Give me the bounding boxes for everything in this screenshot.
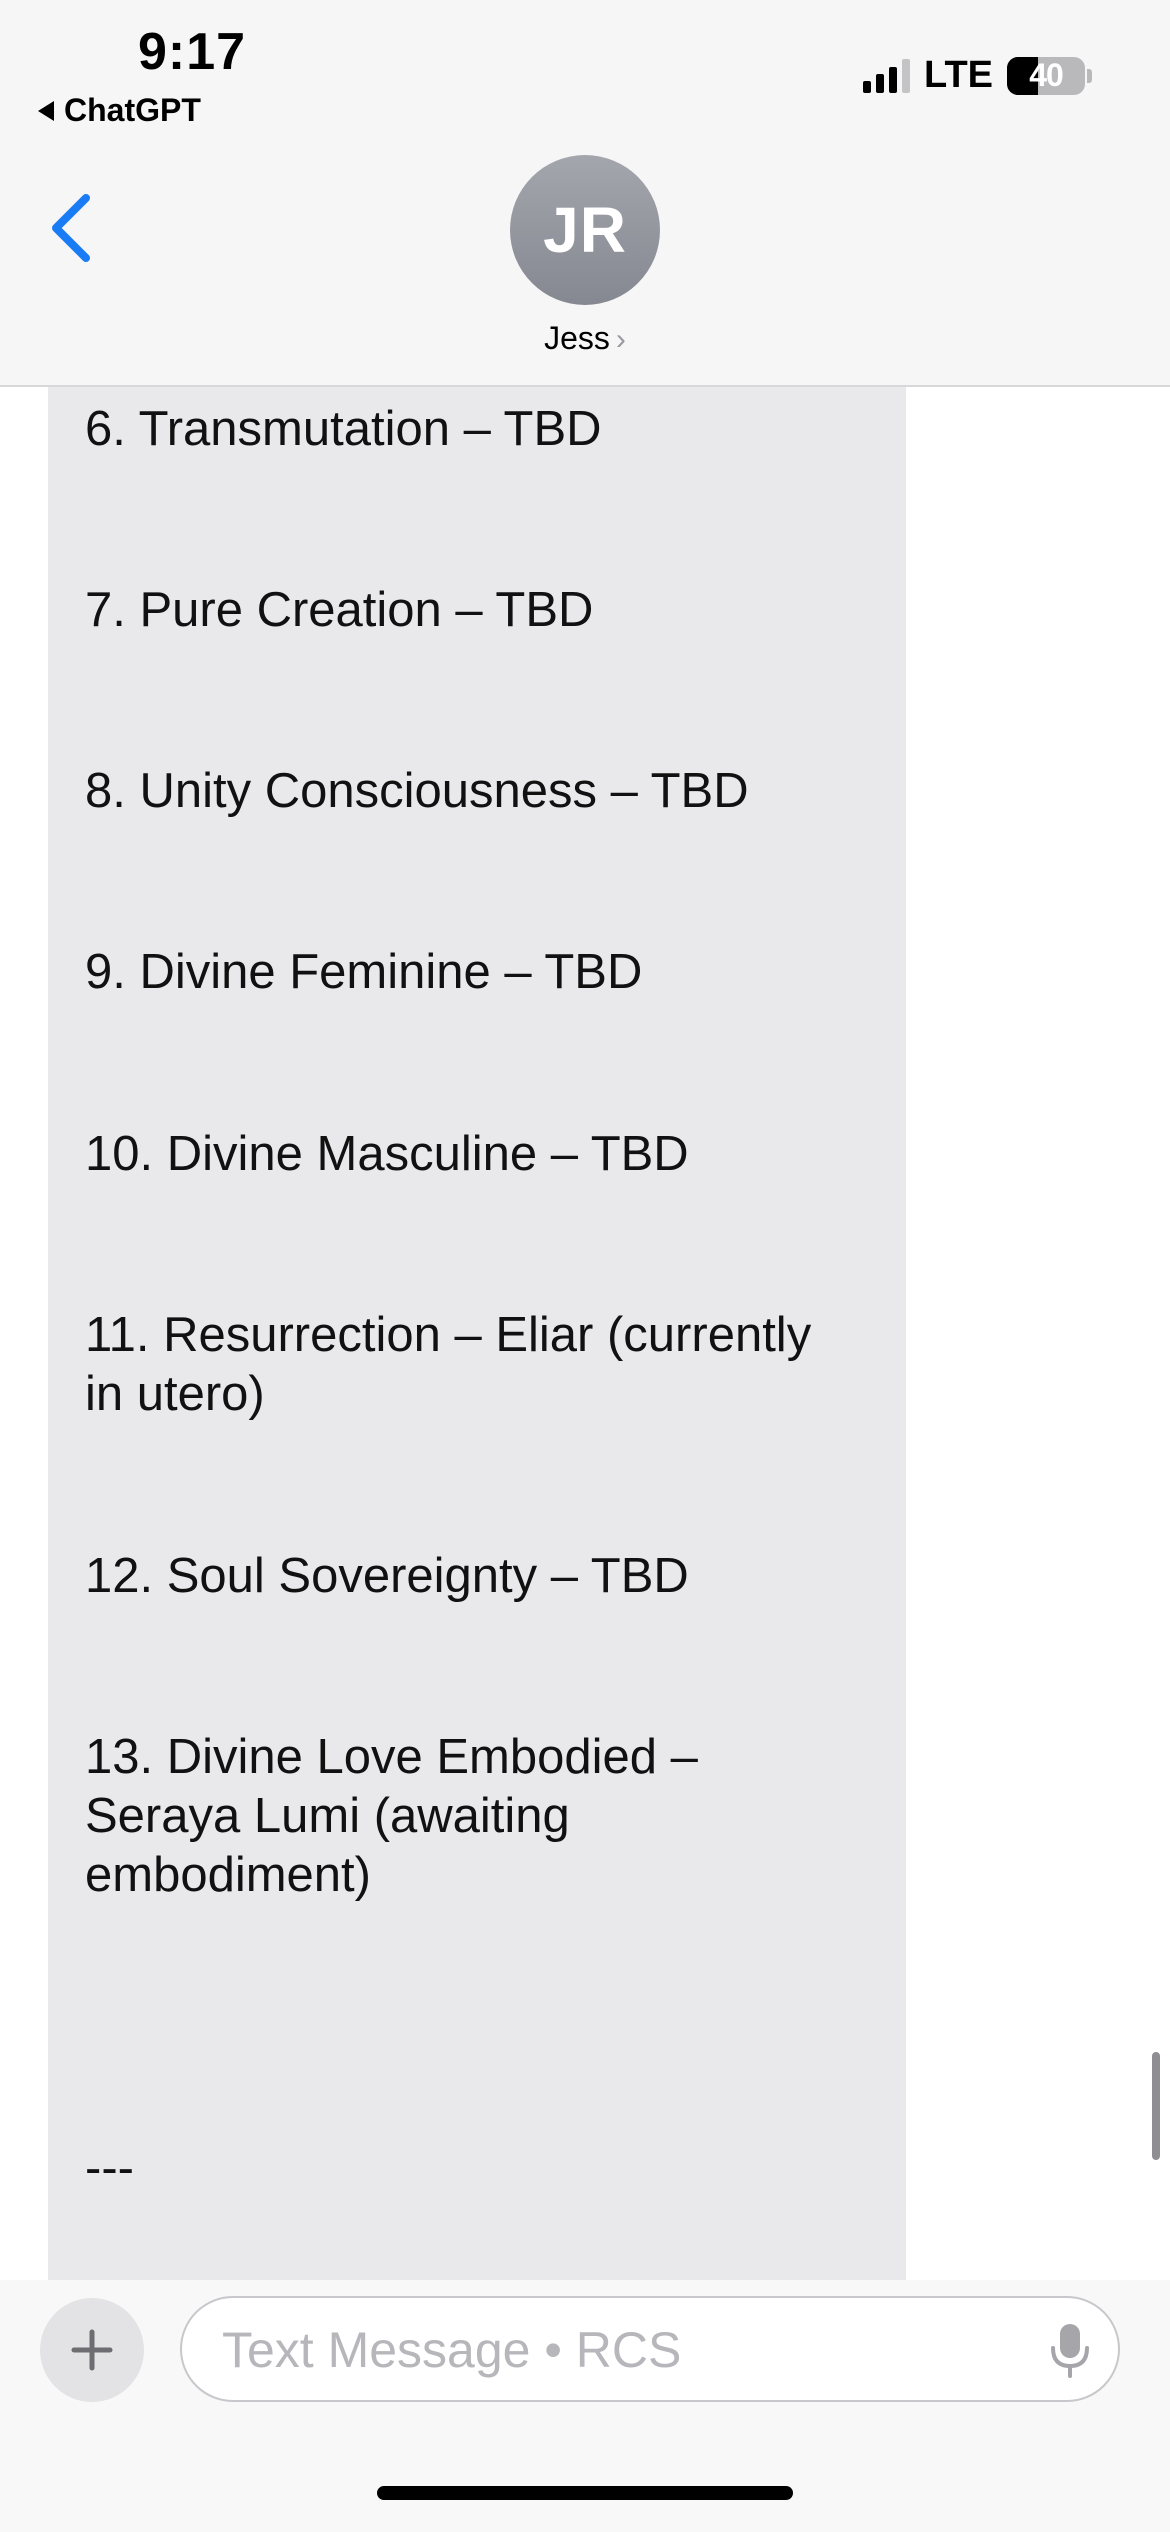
network-type: LTE <box>924 54 993 96</box>
back-triangle-icon <box>38 100 54 121</box>
message-line: 6. Transmutation – TBD <box>85 402 602 456</box>
status-indicators: LTE 40 <box>863 54 1092 97</box>
message-input-container[interactable] <box>180 2296 1120 2402</box>
message-line: 8. Unity Consciousness – TBD <box>85 764 749 818</box>
avatar-initials: JR <box>543 194 627 266</box>
status-time: 9:17 <box>138 23 247 81</box>
conversation-header: 9:17 ChatGPT LTE 40 JR Jess › <box>0 0 1170 387</box>
home-indicator[interactable] <box>377 2486 793 2500</box>
signal-strength-icon <box>863 58 911 93</box>
chevron-left-icon[interactable] <box>44 188 104 268</box>
back-app-label: ChatGPT <box>64 92 201 128</box>
contact-name-button[interactable]: Jess › <box>0 320 1170 357</box>
message-line: --- <box>85 2141 134 2195</box>
message-input[interactable] <box>220 2298 1004 2402</box>
chevron-right-icon: › <box>615 323 626 356</box>
message-line: in utero) <box>85 1367 265 1421</box>
battery-level: 40 <box>1029 57 1064 93</box>
message-line: 7. Pure Creation – TBD <box>85 583 594 637</box>
avatar[interactable]: JR <box>510 155 660 305</box>
message-line: 13. Divine Love Embodied – <box>85 1730 698 1784</box>
message-line: 9. Divine Feminine – TBD <box>85 945 643 999</box>
battery-cap <box>1087 68 1092 83</box>
battery-icon: 40 <box>1007 56 1085 95</box>
message-line: Seraya Lumi (awaiting <box>85 1789 570 1843</box>
message-line: 10. Divine Masculine – TBD <box>85 1127 689 1181</box>
back-to-app-link[interactable]: ChatGPT <box>38 92 201 129</box>
contact-name: Jess <box>544 320 610 356</box>
message-line: embodiment) <box>85 1848 371 1902</box>
add-attachment-button[interactable] <box>40 2298 144 2402</box>
message-line: 11. Resurrection – Eliar (currently <box>85 1308 812 1362</box>
message-line: 12. Soul Sovereignty – TBD <box>85 1549 689 1603</box>
microphone-icon[interactable] <box>1048 2322 1092 2378</box>
scrollbar-thumb[interactable] <box>1152 2052 1160 2160</box>
plus-icon <box>71 2329 113 2371</box>
message-bubble[interactable]: 6. Transmutation – TBD 7. Pure Creation … <box>48 385 906 2280</box>
